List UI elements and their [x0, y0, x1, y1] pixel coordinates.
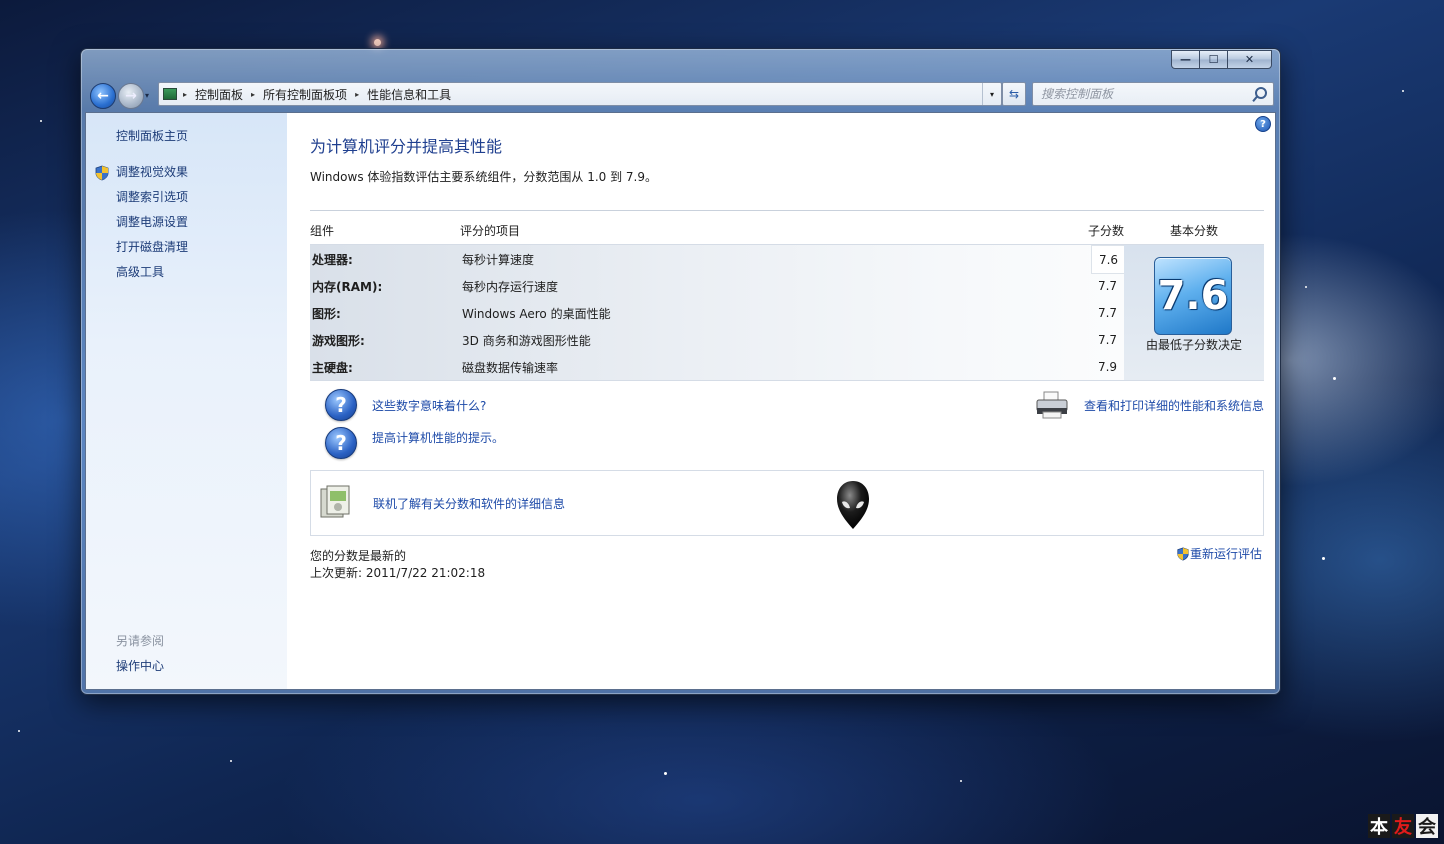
link-performance-tips[interactable]: 提高计算机性能的提示。	[372, 429, 504, 446]
rated-item: Windows Aero 的桌面性能	[462, 307, 611, 321]
rated-item: 每秒内存运行速度	[462, 280, 559, 294]
subscore-value: 7.9	[1097, 359, 1118, 374]
client-area: 控制面板主页 调整视觉效果 调整索引选项 调整电源设置 打开磁盘清理 高级工具 …	[85, 112, 1276, 690]
component-name: 图形:	[312, 307, 341, 321]
control-panel-icon	[163, 88, 177, 100]
page-description: Windows 体验指数评估主要系统组件，分数范围从 1.0 到 7.9。	[310, 170, 657, 184]
divider	[310, 380, 1264, 381]
sidebar-task-advanced-tools[interactable]: 高级工具	[116, 263, 164, 280]
table-row: 游戏图形: 3D 商务和游戏图形性能 7.7	[310, 326, 1124, 353]
breadcrumb-separator[interactable]: ▸	[355, 90, 359, 99]
subscore-value: 7.7	[1097, 278, 1118, 293]
sidebar-task-indexing[interactable]: 调整索引选项	[116, 188, 188, 205]
base-score-caption: 由最低子分数决定	[1146, 338, 1243, 352]
breadcrumb-separator[interactable]: ▸	[251, 90, 255, 99]
breadcrumb-separator[interactable]: ▸	[183, 90, 187, 99]
uac-shield-icon	[95, 165, 109, 181]
close-button[interactable]: ✕	[1227, 50, 1272, 69]
link-online-details[interactable]: 联机了解有关分数和软件的详细信息	[373, 495, 565, 512]
component-name: 处理器:	[312, 253, 353, 267]
printer-icon	[1036, 391, 1068, 419]
wallpaper-star	[1402, 90, 1404, 92]
caption-buttons: — ☐ ✕	[1171, 50, 1272, 69]
forward-button[interactable]: →	[118, 83, 144, 109]
breadcrumb-performance[interactable]: 性能信息和工具	[367, 86, 451, 103]
score-status: 您的分数是最新的	[310, 549, 407, 563]
wallpaper-star	[1322, 557, 1325, 560]
address-dropdown[interactable]: ▾	[982, 83, 1001, 105]
rated-item: 3D 商务和游戏图形性能	[462, 334, 591, 348]
site-watermark-logo: 本 友 会	[1366, 814, 1438, 838]
wallpaper-star	[1333, 377, 1336, 380]
last-updated: 上次更新: 2011/7/22 21:02:18	[310, 566, 486, 580]
sidebar-action-center-link[interactable]: 操作中心	[116, 657, 164, 674]
software-box-icon	[320, 485, 350, 518]
help-icon[interactable]: ?	[1255, 116, 1271, 132]
link-what-numbers-mean[interactable]: 这些数字意味着什么?	[372, 397, 486, 414]
page-title: 为计算机评分并提高其性能	[310, 137, 503, 156]
help-question-icon: ?	[325, 389, 357, 421]
component-name: 游戏图形:	[312, 334, 365, 348]
column-header-component: 组件	[310, 224, 335, 238]
address-bar[interactable]: ▸ 控制面板 ▸ 所有控制面板项 ▸ 性能信息和工具 ▾	[158, 82, 1002, 106]
minimize-button[interactable]: —	[1171, 50, 1200, 69]
help-question-icon: ?	[325, 427, 357, 459]
subscore-value: 7.6	[1091, 245, 1126, 274]
watermark-char: 会	[1416, 814, 1438, 838]
rated-item: 磁盘数据传输速率	[462, 361, 559, 375]
table-row: 处理器: 每秒计算速度 7.6	[310, 245, 1126, 274]
watermark-char: 本	[1368, 814, 1390, 838]
refresh-button[interactable]: ⇆	[1002, 82, 1026, 106]
online-info-box: 联机了解有关分数和软件的详细信息	[310, 470, 1264, 536]
maximize-button[interactable]: ☐	[1199, 50, 1228, 69]
rated-item: 每秒计算速度	[462, 253, 535, 267]
link-rerun-assessment[interactable]: 重新运行评估	[1190, 545, 1262, 562]
link-view-print-details[interactable]: 查看和打印详细的性能和系统信息	[1084, 397, 1264, 414]
search-input[interactable]	[1033, 86, 1248, 102]
wallpaper-star	[40, 120, 42, 122]
sidebar-home-link[interactable]: 控制面板主页	[116, 127, 188, 144]
main-content: ? 为计算机评分并提高其性能 Windows 体验指数评估主要系统组件，分数范围…	[287, 113, 1275, 689]
table-row: 内存(RAM): 每秒内存运行速度 7.7	[310, 272, 1124, 299]
watermark-char: 友	[1392, 814, 1414, 838]
sidebar-task-power[interactable]: 调整电源设置	[116, 213, 188, 230]
sidebar-task-disk-cleanup[interactable]: 打开磁盘清理	[116, 238, 188, 255]
base-score-panel: 7.6 由最低子分数决定	[1124, 245, 1264, 380]
base-score-tile: 7.6	[1154, 257, 1232, 335]
sidebar-task-visual-effects[interactable]: 调整视觉效果	[116, 163, 188, 180]
task-pane: 控制面板主页 调整视觉效果 调整索引选项 调整电源设置 打开磁盘清理 高级工具 …	[86, 113, 287, 689]
recent-pages-dropdown[interactable]: ▾	[145, 91, 149, 100]
wallpaper-star	[664, 772, 667, 775]
see-also-header: 另请参阅	[116, 634, 165, 648]
uac-shield-icon	[1177, 547, 1189, 560]
wallpaper-star	[960, 780, 962, 782]
component-name: 内存(RAM):	[312, 280, 383, 294]
wallpaper-star	[230, 760, 232, 762]
table-row: 图形: Windows Aero 的桌面性能 7.7	[310, 299, 1124, 326]
column-header-item: 评分的项目	[460, 224, 521, 238]
component-name: 主硬盘:	[312, 361, 353, 375]
table-row: 主硬盘: 磁盘数据传输速率 7.9	[310, 353, 1124, 380]
score-table-body: 处理器: 每秒计算速度 7.6 内存(RAM): 每秒内存运行速度 7.7 图形…	[310, 245, 1264, 380]
column-header-subscore: 子分数	[1088, 224, 1125, 238]
alienware-logo-icon	[837, 481, 869, 529]
column-header-base-score: 基本分数	[1170, 224, 1219, 238]
rerun-assessment[interactable]: 重新运行评估	[1176, 545, 1262, 562]
search-box[interactable]	[1032, 82, 1274, 106]
back-button[interactable]: ←	[90, 83, 116, 109]
breadcrumb-all-items[interactable]: 所有控制面板项	[263, 86, 347, 103]
subscore-value: 7.7	[1097, 305, 1118, 320]
subscore-value: 7.7	[1097, 332, 1118, 347]
wallpaper-star	[374, 39, 381, 46]
breadcrumb-control-panel[interactable]: 控制面板	[195, 86, 243, 103]
wallpaper-star	[1305, 286, 1307, 288]
wallpaper-star	[18, 730, 20, 732]
control-panel-window: — ☐ ✕ ← → ▾ ▸ 控制面板 ▸ 所有控制面板项 ▸ 性能信息和工具 ▾…	[80, 48, 1281, 695]
search-icon[interactable]	[1255, 87, 1267, 99]
divider	[310, 210, 1264, 211]
